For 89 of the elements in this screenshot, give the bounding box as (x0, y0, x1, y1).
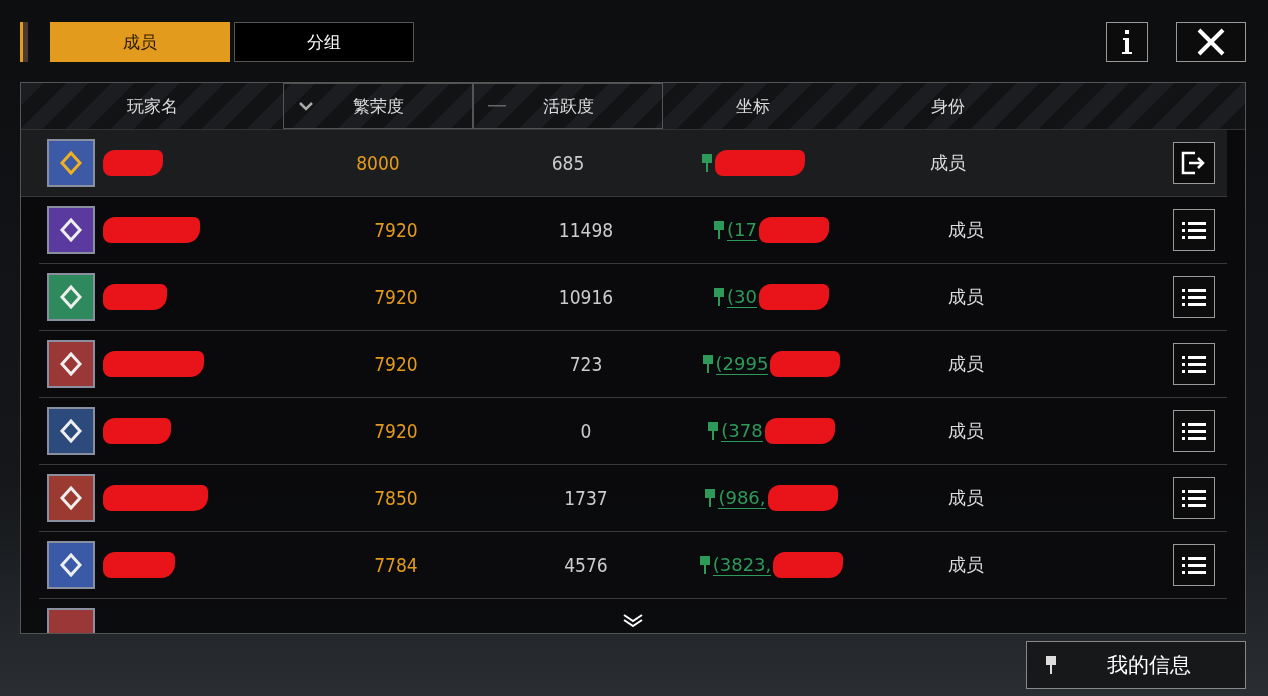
player-avatar[interactable] (47, 541, 95, 589)
prosperity-value: 7920 (373, 420, 419, 442)
column-header[interactable]: 繁荣度 (352, 94, 404, 118)
activity-value: 4576 (563, 554, 609, 576)
my-info-button[interactable]: 我的信息 (1026, 641, 1246, 689)
redaction-mark (103, 552, 175, 578)
info-button[interactable] (1106, 22, 1148, 62)
list-icon (1182, 354, 1206, 374)
scroll-down-icon[interactable] (622, 613, 644, 627)
accent-stripe (20, 22, 28, 62)
emblem-icon (58, 150, 84, 176)
list-button[interactable] (1173, 544, 1215, 586)
coordinate-link[interactable]: (30 (727, 286, 757, 308)
coordinate-link[interactable]: (986, (718, 487, 766, 509)
redaction-mark (758, 284, 829, 310)
player-avatar[interactable] (47, 139, 95, 187)
chevron-down-icon (298, 101, 314, 111)
redaction-mark (103, 284, 167, 310)
coordinate-link[interactable]: (3823, (712, 554, 772, 576)
emblem-icon (58, 217, 84, 243)
role-label: 成员 (948, 285, 984, 309)
role-label: 成员 (948, 218, 984, 242)
exit-button[interactable] (1173, 142, 1215, 184)
role-label: 成员 (948, 352, 984, 376)
emblem-icon (58, 418, 84, 444)
column-header[interactable]: 玩家名 (126, 94, 178, 118)
coordinate-link[interactable]: (17 (727, 219, 757, 241)
activity-value: 11498 (557, 219, 615, 241)
emblem-icon (58, 284, 84, 310)
list-button[interactable] (1173, 276, 1215, 318)
dash-icon (488, 104, 506, 108)
redaction-mark (767, 485, 838, 511)
prosperity-value: 8000 (355, 152, 401, 174)
activity-value: 723 (568, 353, 604, 375)
list-icon (1182, 555, 1206, 575)
role-label: 成员 (948, 486, 984, 510)
activity-value: 10916 (557, 286, 615, 308)
column-header[interactable]: 身份 (931, 94, 965, 118)
prosperity-value: 7850 (373, 487, 419, 509)
player-avatar[interactable] (47, 407, 95, 455)
list-icon (1182, 220, 1206, 240)
prosperity-value: 7920 (373, 286, 419, 308)
prosperity-value: 7920 (373, 219, 419, 241)
close-button[interactable] (1176, 22, 1246, 62)
pin-icon (713, 287, 726, 307)
emblem-icon (58, 351, 84, 377)
list-icon (1182, 488, 1206, 508)
pin-icon (701, 153, 713, 173)
pin-icon (713, 220, 726, 240)
redaction-mark (758, 217, 829, 243)
pin-icon (698, 555, 711, 575)
pin-icon (704, 488, 717, 508)
redaction-mark (773, 552, 844, 578)
emblem-icon (58, 485, 84, 511)
list-button[interactable] (1173, 410, 1215, 452)
list-icon (1182, 287, 1206, 307)
pin-icon (707, 421, 720, 441)
list-icon (1182, 421, 1206, 441)
list-button[interactable] (1173, 477, 1215, 519)
redaction-mark (764, 418, 835, 444)
list-button[interactable] (1173, 209, 1215, 251)
pin-icon (701, 354, 714, 374)
column-header[interactable]: 活跃度 (542, 94, 594, 118)
tab[interactable]: 成员 (50, 22, 230, 62)
role-label: 成员 (930, 151, 966, 175)
coordinate-link[interactable]: (378 (721, 420, 763, 442)
list-button[interactable] (1173, 343, 1215, 385)
prosperity-value: 7920 (373, 353, 419, 375)
redaction-mark (770, 351, 841, 377)
coordinate-link[interactable]: (2995 (715, 353, 769, 375)
column-header[interactable]: 坐标 (736, 94, 770, 118)
exit-icon (1181, 151, 1207, 175)
player-avatar[interactable] (47, 273, 95, 321)
redaction-mark (103, 418, 171, 444)
player-avatar[interactable] (47, 206, 95, 254)
activity-value: 0 (579, 420, 593, 442)
pin-icon (1045, 655, 1057, 675)
role-label: 成员 (948, 419, 984, 443)
close-icon (1197, 28, 1225, 56)
info-icon (1121, 29, 1133, 55)
player-avatar[interactable] (47, 474, 95, 522)
activity-value: 1737 (563, 487, 609, 509)
player-avatar[interactable] (47, 340, 95, 388)
emblem-icon (58, 552, 84, 578)
tab[interactable]: 分组 (234, 22, 414, 62)
role-label: 成员 (948, 553, 984, 577)
prosperity-value: 7784 (373, 554, 419, 576)
redaction-mark (103, 150, 163, 176)
activity-value: 685 (550, 152, 586, 174)
